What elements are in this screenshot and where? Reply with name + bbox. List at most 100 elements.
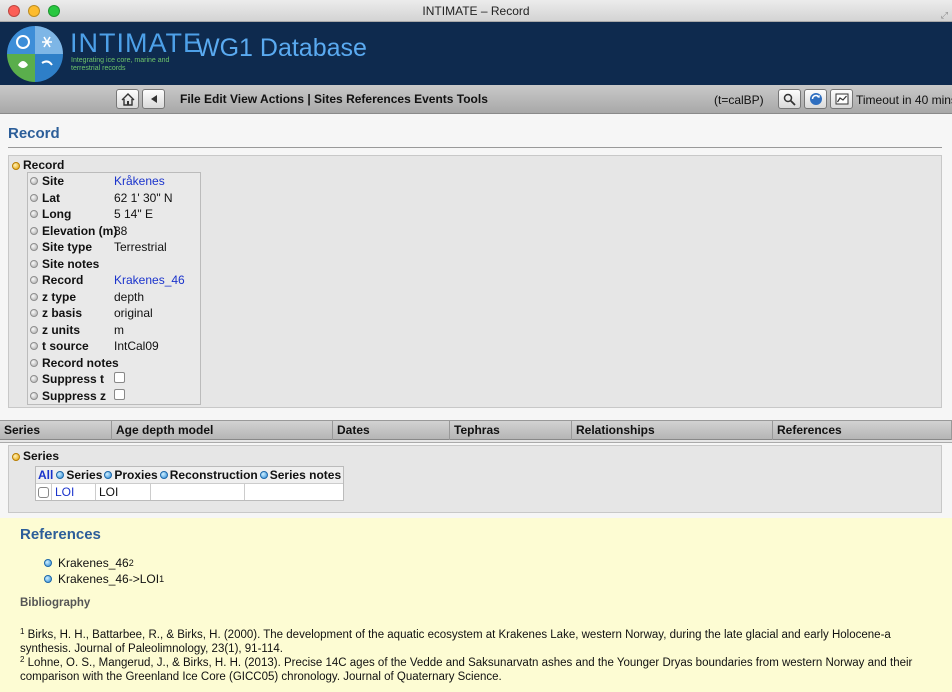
- toolbar: File Edit View Actions | Sites Reference…: [0, 85, 952, 114]
- record-field-row: z units m: [28, 322, 200, 339]
- tab-dates[interactable]: Dates: [333, 421, 450, 440]
- bullet-icon: [44, 575, 52, 583]
- back-button[interactable]: [142, 89, 165, 109]
- field-value: m: [114, 322, 124, 337]
- menu-bar[interactable]: File Edit View Actions | Sites Reference…: [180, 92, 488, 106]
- field-label: Record: [28, 273, 114, 287]
- field-bullet-icon: [30, 325, 38, 334]
- close-window-button[interactable]: [8, 5, 20, 17]
- list-item[interactable]: Krakenes_46->LOI 1: [44, 571, 164, 587]
- tab-tephras[interactable]: Tephras: [450, 421, 572, 440]
- page-title: Record: [8, 125, 60, 142]
- record-field-row: Elevation (m) 38: [28, 223, 200, 240]
- tab-series[interactable]: Series: [0, 421, 112, 440]
- field-bullet-icon: [30, 292, 38, 301]
- time-mode-label: (t=calBP): [714, 93, 764, 107]
- reference-name: Krakenes_46->LOI: [58, 572, 160, 586]
- field-label: z basis: [28, 306, 114, 320]
- brand-name: INTIMATE: [70, 28, 202, 58]
- bibliography-entry: 1 Birks, H. H., Battarbee, R., & Birks, …: [20, 625, 944, 656]
- tab-references[interactable]: References: [773, 421, 952, 440]
- field-label: Long: [28, 207, 114, 221]
- window-titlebar: INTIMATE – Record ⤢: [0, 0, 952, 22]
- field-label-text: Record notes: [42, 355, 119, 370]
- list-item[interactable]: Krakenes_46 2: [44, 555, 164, 571]
- field-bullet-icon: [30, 243, 38, 252]
- col-proxies: Proxies: [114, 468, 158, 482]
- search-button[interactable]: [778, 89, 801, 109]
- field-label-text: z basis: [42, 306, 83, 321]
- field-value: [114, 388, 200, 403]
- bib-text: Lohne, O. S., Mangerud, J., & Birks, H. …: [20, 657, 913, 683]
- series-section-toggle[interactable]: Series: [12, 449, 59, 463]
- field-value: 5 14" E: [114, 207, 153, 222]
- field-bullet-icon: [30, 210, 38, 219]
- sort-bullet-icon[interactable]: [259, 471, 268, 479]
- bibliography-entry: 2 Lohne, O. S., Mangerud, J., & Birks, H…: [20, 653, 944, 684]
- table-row: LOI LOI: [36, 483, 344, 500]
- field-value: IntCal09: [114, 339, 159, 354]
- tab-relationships[interactable]: Relationships: [572, 421, 773, 440]
- select-all-link[interactable]: All: [38, 468, 53, 482]
- suppress-checkbox[interactable]: [114, 372, 125, 384]
- field-bullet-icon: [30, 309, 38, 318]
- field-label-text: Elevation (m): [42, 223, 118, 238]
- field-value[interactable]: Krakenes_46: [114, 273, 200, 287]
- field-label: z units: [28, 323, 114, 337]
- sort-bullet-icon[interactable]: [104, 471, 113, 479]
- brand-tagline: Integrating ice core, marine and terrest…: [71, 57, 170, 72]
- field-label: Elevation (m): [28, 223, 118, 238]
- record-field-row: Record Krakenes_46: [28, 272, 200, 289]
- bib-number: 1: [20, 627, 25, 636]
- minimize-window-button[interactable]: [28, 5, 40, 17]
- record-section-toggle[interactable]: Record: [12, 158, 64, 172]
- record-field-row: Record notes: [28, 355, 200, 372]
- sort-bullet-icon[interactable]: [159, 471, 168, 479]
- record-field-row: Site notes: [28, 256, 200, 273]
- record-panel: Record Site Kråkenes Lat 62 1' 30" N Long 5 1…: [8, 155, 942, 408]
- col-reconstruction: Reconstruction: [169, 468, 258, 482]
- field-bullet-icon: [30, 391, 38, 400]
- series-heading: Series: [23, 449, 60, 463]
- field-label-text: Site type: [42, 240, 93, 255]
- field-label-text: Suppress z: [42, 388, 107, 403]
- references-title: References: [20, 526, 101, 543]
- refresh-button[interactable]: [804, 89, 827, 109]
- field-label: Site type: [28, 240, 114, 254]
- field-bullet-icon: [30, 342, 38, 351]
- window-title: INTIMATE – Record: [422, 4, 530, 18]
- field-label-text: z type: [42, 289, 77, 304]
- reference-footnote: 1: [159, 574, 165, 584]
- field-value: 38: [114, 223, 128, 238]
- chart-button[interactable]: [830, 89, 853, 109]
- field-value[interactable]: Kråkenes: [114, 174, 200, 188]
- col-series-notes: Series notes: [269, 468, 342, 482]
- field-label: t source: [28, 339, 114, 353]
- field-bullet-icon: [30, 358, 38, 367]
- series-link[interactable]: LOI: [55, 485, 74, 499]
- tab-bar: Series Age depth model Dates Tephras Rel…: [0, 420, 952, 440]
- field-label-text: Suppress t: [42, 372, 105, 387]
- field-label: z type: [28, 290, 114, 304]
- field-value: Terrestrial: [114, 240, 167, 255]
- title-divider: [8, 147, 942, 148]
- field-value: original: [114, 306, 153, 321]
- refresh-icon: [809, 93, 822, 105]
- tab-age-depth-model[interactable]: Age depth model: [112, 421, 333, 440]
- field-label-text: Long: [42, 207, 72, 222]
- field-label: Lat: [28, 191, 114, 205]
- zoom-window-button[interactable]: [48, 5, 60, 17]
- expand-bullet-icon: [12, 162, 20, 170]
- home-button[interactable]: [116, 89, 139, 109]
- record-fields: Site Kråkenes Lat 62 1' 30" N Long 5 14" E Ele…: [27, 172, 201, 405]
- field-label: Suppress t: [28, 372, 114, 386]
- series-cell: LOI: [52, 484, 96, 500]
- reference-name: Krakenes_46: [58, 556, 129, 570]
- sort-bullet-icon[interactable]: [56, 471, 65, 479]
- suppress-checkbox[interactable]: [114, 388, 125, 400]
- row-select-checkbox[interactable]: [38, 486, 49, 498]
- field-label-text: Site notes: [42, 256, 100, 271]
- record-field-row: z type depth: [28, 289, 200, 306]
- main-content: Record Record Site Kråkenes Lat 62 1' 30" N…: [0, 114, 952, 692]
- bib-text: Birks, H. H., Battarbee, R., & Birks, H.…: [20, 629, 891, 655]
